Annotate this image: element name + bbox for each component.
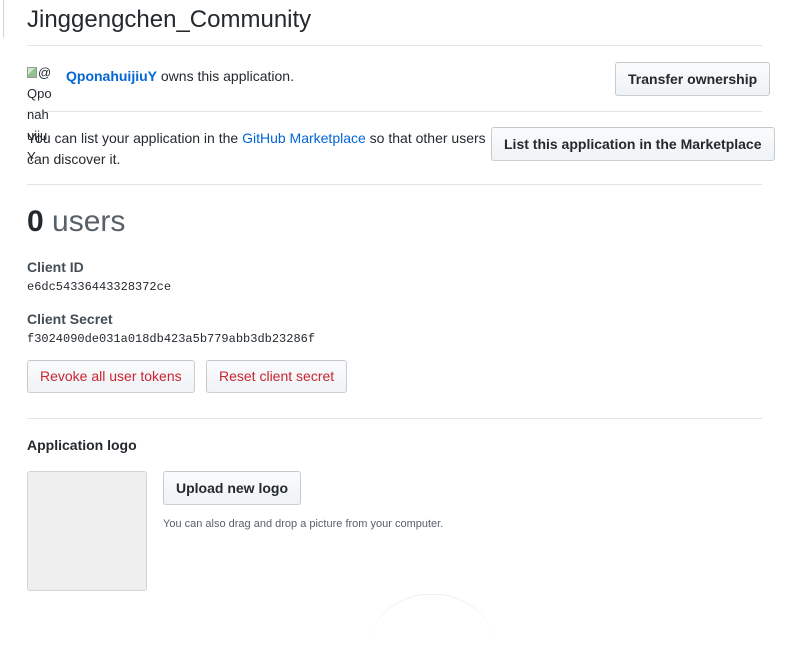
- avatar-alt-line-2: Qpo: [27, 86, 52, 101]
- users-count-number: 0: [27, 205, 44, 238]
- client-secret-value: f3024090de031a018db423a5b779abb3db23286f: [27, 332, 316, 346]
- avatar[interactable]: @ Qpo nah uiju Y: [27, 62, 57, 164]
- reset-client-secret-button[interactable]: Reset client secret: [206, 360, 348, 393]
- logo-preview[interactable]: [27, 471, 147, 591]
- left-panel-edge: [0, 0, 4, 38]
- avatar-alt-line-4: uiju: [27, 128, 48, 143]
- client-secret-label: Client Secret: [27, 311, 113, 327]
- owner-link[interactable]: QponahuijiuY: [66, 68, 157, 84]
- list-in-marketplace-button[interactable]: List this application in the Marketplace: [491, 127, 775, 161]
- marketplace-text-before: You can list your application in the: [27, 130, 243, 146]
- users-count: 0 users: [27, 205, 125, 239]
- broken-image-icon: [27, 67, 37, 78]
- divider: [27, 45, 762, 46]
- client-id-label: Client ID: [27, 259, 84, 275]
- drag-drop-hint: You can also drag and drop a picture fro…: [163, 518, 444, 530]
- marketplace-text: You can list your application in the Git…: [27, 128, 497, 170]
- client-id-value: e6dc54336443328372ce: [27, 280, 172, 294]
- upload-new-logo-button[interactable]: Upload new logo: [163, 471, 301, 505]
- owner-text: QponahuijiuY owns this application.: [66, 68, 294, 84]
- divider: [27, 184, 762, 185]
- app-title: Jinggengchen_Community: [27, 6, 312, 33]
- avatar-alt-line-5: Y: [27, 149, 36, 164]
- avatar-alt-line-1: @: [38, 65, 52, 80]
- users-count-label: users: [43, 205, 126, 238]
- marketplace-link[interactable]: GitHub Marketplace: [242, 130, 366, 146]
- owner-suffix: owns this application.: [157, 68, 294, 84]
- divider: [27, 111, 762, 112]
- revoke-all-user-tokens-button[interactable]: Revoke all user tokens: [27, 360, 195, 393]
- drop-zone-outline: [367, 594, 497, 655]
- avatar-alt-line-3: nah: [27, 107, 49, 122]
- application-logo-heading: Application logo: [27, 437, 137, 453]
- transfer-ownership-button[interactable]: Transfer ownership: [615, 62, 771, 96]
- divider: [27, 418, 762, 419]
